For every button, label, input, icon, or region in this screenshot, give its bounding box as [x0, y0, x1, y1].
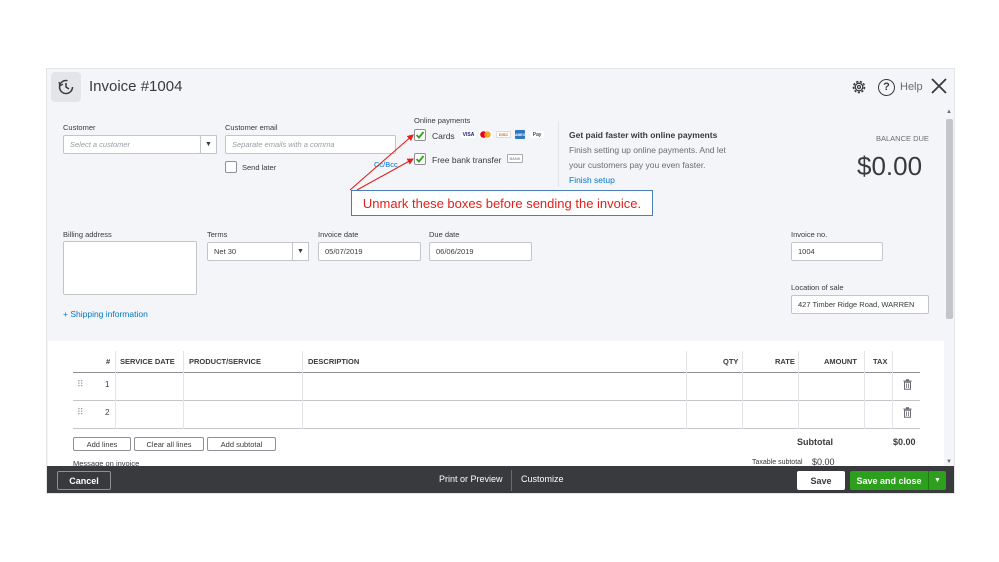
save-and-close-label[interactable]: Save and close [850, 476, 928, 486]
invoice-date-input[interactable]: 05/07/2019 [318, 242, 421, 261]
terms-label: Terms [207, 230, 228, 239]
invoice-no-label: Invoice no. [791, 230, 828, 239]
col-divider [864, 351, 865, 429]
payments-divider [558, 121, 559, 187]
mastercard-logo-icon [479, 131, 492, 138]
invoice-window: Invoice #1004 ? Help ▲ ▼ Customer Select… [46, 68, 955, 494]
customer-dropdown-icon[interactable]: ▼ [200, 135, 217, 154]
row-number: 1 [105, 380, 110, 389]
row-divider [73, 428, 920, 429]
promo-body-line2: your customers pay you even faster. [569, 160, 706, 170]
terms-dropdown-icon[interactable]: ▼ [292, 242, 309, 261]
col-divider [115, 351, 116, 429]
chevron-down-icon[interactable]: ▼ [929, 477, 946, 484]
help-label: Help [900, 81, 923, 93]
promo-body-line1: Finish setting up online payments. And l… [569, 145, 726, 155]
taxable-subtotal-label: Taxable subtotal [752, 459, 803, 466]
col-header-qty: QTY [723, 357, 739, 366]
header-divider [73, 372, 920, 373]
drag-handle-icon[interactable]: ⠿ [77, 379, 84, 390]
col-header-amount: AMOUNT [824, 357, 857, 366]
invoice-header: Invoice #1004 ? Help [47, 69, 954, 107]
due-date-input[interactable]: 06/06/2019 [429, 242, 532, 261]
amex-logo-icon: AMEX [515, 130, 525, 139]
due-date-label: Due date [429, 230, 460, 239]
gear-icon[interactable] [850, 78, 868, 96]
trash-icon[interactable] [903, 379, 912, 390]
scroll-up-icon[interactable]: ▲ [946, 109, 952, 115]
discover-logo-icon: DISC [496, 131, 511, 138]
line-items-table: # SERVICE DATE PRODUCT/SERVICE DESCRIPTI… [48, 341, 944, 471]
clear-all-lines-button[interactable]: Clear all lines [134, 437, 204, 451]
vertical-scrollbar[interactable]: ▲ ▼ [945, 109, 954, 465]
help-icon: ? [878, 78, 895, 96]
annotation-arrows [349, 134, 414, 191]
col-divider [686, 351, 687, 429]
bank-transfer-label: Free bank transfer [432, 155, 502, 165]
apple-pay-logo-icon: Pay [530, 131, 544, 138]
close-icon[interactable] [930, 77, 948, 95]
shipping-info-link[interactable]: + Shipping information [63, 309, 148, 319]
send-later-checkbox[interactable] [225, 161, 237, 173]
save-button[interactable]: Save [797, 471, 845, 490]
add-subtotal-button[interactable]: Add subtotal [207, 437, 276, 451]
print-preview-button[interactable]: Print or Preview [439, 474, 503, 484]
col-divider [798, 351, 799, 429]
footer-divider [511, 470, 512, 491]
col-header-num: # [106, 357, 111, 366]
customer-email-label: Customer email [225, 123, 278, 132]
col-header-rate: RATE [775, 357, 795, 366]
subtotal-value: $0.00 [893, 437, 916, 447]
drag-handle-icon[interactable]: ⠿ [77, 407, 84, 418]
send-later-label: Send later [242, 163, 277, 172]
col-header-tax: TAX [873, 357, 888, 366]
save-and-close-button[interactable]: Save and close ▼ [850, 471, 946, 490]
terms-select[interactable]: Net 30 [207, 242, 293, 261]
recent-transactions-icon[interactable] [51, 72, 81, 102]
billing-address-label: Billing address [63, 230, 112, 239]
scroll-down-icon[interactable]: ▼ [946, 459, 952, 465]
cancel-button[interactable]: Cancel [57, 471, 111, 490]
billing-address-input[interactable] [63, 241, 197, 295]
annotation-callout: Unmark these boxes before sending the in… [351, 190, 653, 216]
visa-logo-icon: VISA [461, 131, 476, 138]
col-header-service-date: SERVICE DATE [120, 357, 175, 366]
col-divider [892, 351, 893, 429]
row-number: 2 [105, 408, 110, 417]
col-divider [742, 351, 743, 429]
online-payments-label: Online payments [414, 116, 471, 125]
location-of-sale-input[interactable]: 427 Timber Ridge Road, WARREN [791, 295, 929, 314]
add-lines-button[interactable]: Add lines [73, 437, 131, 451]
customize-button[interactable]: Customize [521, 474, 564, 484]
footer-toolbar: Cancel Print or Preview Customize Save S… [47, 466, 954, 493]
col-header-product: PRODUCT/SERVICE [189, 357, 261, 366]
help-button[interactable]: ? Help [878, 77, 923, 97]
location-of-sale-label: Location of sale [791, 283, 844, 292]
promo-title: Get paid faster with online payments [569, 130, 718, 140]
customer-label: Customer [63, 123, 96, 132]
page-title: Invoice #1004 [89, 78, 183, 95]
col-divider [302, 351, 303, 429]
scrollbar-thumb[interactable] [946, 119, 953, 319]
invoice-no-input[interactable]: 1004 [791, 242, 883, 261]
subtotal-label: Subtotal [797, 437, 833, 447]
balance-due-label: BALANCE DUE [876, 134, 929, 143]
customer-select[interactable]: Select a customer [63, 135, 201, 154]
finish-setup-link[interactable]: Finish setup [569, 175, 615, 185]
invoice-date-label: Invoice date [318, 230, 359, 239]
col-header-description: DESCRIPTION [308, 357, 360, 366]
bank-badge-icon: BANK [507, 154, 523, 163]
balance-due-amount: $0.00 [857, 151, 923, 181]
trash-icon[interactable] [903, 407, 912, 418]
cards-label: Cards [432, 131, 455, 141]
row-divider [73, 400, 920, 401]
col-divider [183, 351, 184, 429]
